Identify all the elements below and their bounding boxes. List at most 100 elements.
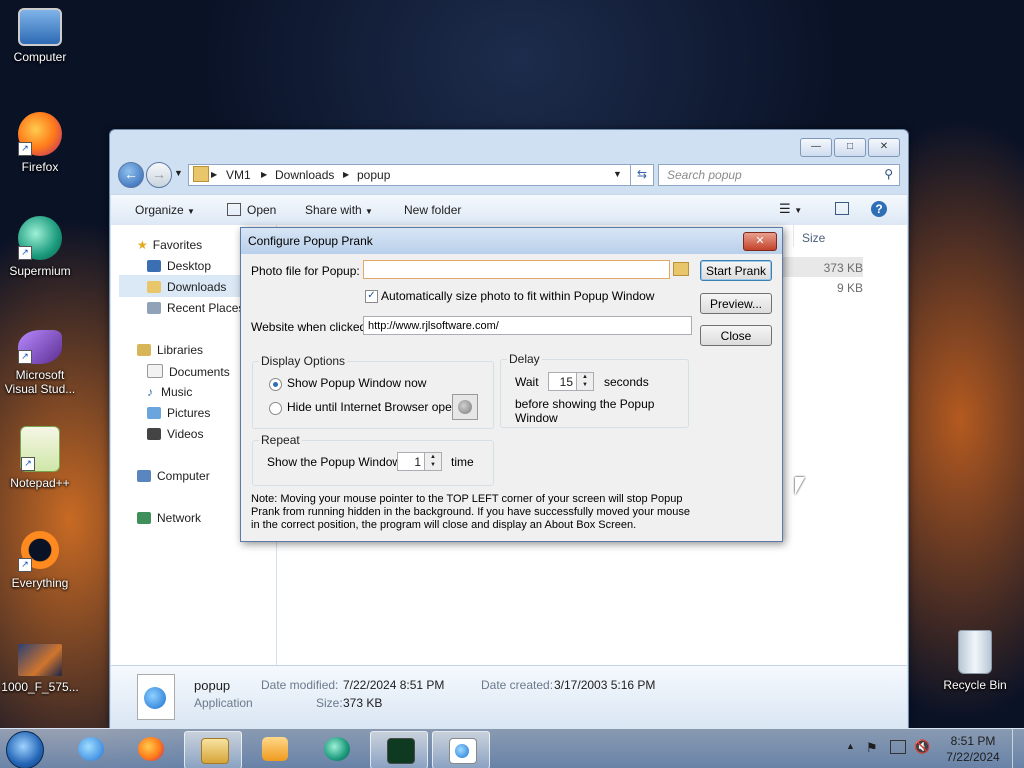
- taskbar-windows-explorer[interactable]: [184, 731, 242, 768]
- address-bar[interactable]: ▶ VM1 ▶ Downloads ▶ popup ▼: [188, 164, 651, 186]
- folder-icon: [193, 166, 209, 182]
- organize-button[interactable]: Organize ▼: [135, 203, 195, 217]
- desktop-icon-computer[interactable]: Computer: [0, 8, 80, 64]
- nav-label: Libraries: [157, 343, 204, 357]
- close-window-button[interactable]: ✕: [868, 138, 900, 157]
- show-hidden-icons-icon[interactable]: ▲: [846, 741, 855, 751]
- folder-icon: [201, 738, 229, 764]
- taskbar-supermium[interactable]: [308, 731, 364, 767]
- column-header-size[interactable]: Size: [793, 225, 906, 247]
- spinner-arrows-icon[interactable]: ▲ ▼: [424, 453, 441, 470]
- address-dropdown-icon[interactable]: ▼: [613, 169, 622, 179]
- taskbar-internet-explorer[interactable]: [62, 731, 118, 767]
- repeat-count-spinner[interactable]: 1 ▲ ▼: [397, 452, 442, 471]
- network-icon[interactable]: [890, 740, 906, 754]
- nav-label: Downloads: [167, 280, 227, 294]
- nav-documents[interactable]: Documents: [147, 364, 230, 379]
- open-icon: [227, 203, 241, 216]
- taskbar: ▲ ⚑ 🔇 8:51 PM 7/22/2024: [0, 728, 1024, 768]
- photo-file-input[interactable]: [363, 260, 670, 279]
- dialog-close-button[interactable]: ✕: [743, 232, 777, 251]
- desktop-icon-notepadpp[interactable]: ↗ Notepad++: [0, 426, 80, 490]
- computer-icon: [137, 470, 151, 482]
- minimize-button[interactable]: —: [800, 138, 832, 157]
- website-input[interactable]: [363, 316, 692, 335]
- desktop-icon-visual-studio[interactable]: ↗ Microsoft Visual Stud...: [0, 330, 80, 396]
- nav-libraries[interactable]: Libraries: [137, 343, 203, 357]
- mouse-cursor-icon: [795, 477, 805, 495]
- detail-date-modified: 7/22/2024 8:51 PM: [343, 678, 445, 692]
- detail-size-label: Size:: [316, 696, 343, 710]
- open-button[interactable]: Open: [227, 203, 276, 217]
- start-button[interactable]: [6, 731, 44, 768]
- start-prank-button[interactable]: Start Prank: [700, 260, 772, 281]
- clock-time[interactable]: 8:51 PM: [946, 734, 1000, 748]
- taskbar-firefox[interactable]: [122, 731, 178, 767]
- new-folder-button[interactable]: New folder: [404, 203, 461, 217]
- desktop-icon-supermium[interactable]: ↗ Supermium: [0, 216, 80, 278]
- supermium-icon: [324, 737, 350, 761]
- taskbar-popup-prank[interactable]: [432, 731, 490, 768]
- nav-music[interactable]: ♪ Music: [147, 385, 192, 399]
- everything-icon: ↗: [18, 528, 62, 572]
- forward-button[interactable]: →: [146, 162, 172, 188]
- nav-network[interactable]: Network: [137, 511, 201, 525]
- nav-label: Documents: [169, 365, 230, 379]
- firefox-icon: ↗: [18, 112, 62, 156]
- nav-pictures[interactable]: Pictures: [147, 406, 210, 420]
- nav-desktop[interactable]: Desktop: [147, 259, 211, 273]
- show-popup-window-label: Show the Popup Window: [267, 455, 402, 469]
- music-icon: ♪: [147, 385, 153, 399]
- desktop-icon-image-file[interactable]: 1000_F_575...: [0, 644, 80, 694]
- help-icon[interactable]: ?: [871, 201, 887, 217]
- search-input[interactable]: Search popup ⚲: [658, 164, 900, 186]
- view-options-icon[interactable]: ☰ ▼: [779, 201, 802, 217]
- delay-seconds-spinner[interactable]: 15 ▲ ▼: [548, 372, 594, 391]
- search-icon[interactable]: ⚲: [884, 167, 893, 181]
- breadcrumb-popup[interactable]: popup: [357, 168, 390, 182]
- taskbar-media-player[interactable]: [246, 731, 302, 767]
- network-icon: [137, 512, 151, 524]
- breadcrumb-downloads[interactable]: Downloads: [275, 168, 334, 182]
- browse-folder-icon[interactable]: [673, 262, 689, 276]
- desktop-icon-recycle-bin[interactable]: Recycle Bin: [935, 630, 1015, 692]
- breadcrumb-vm1[interactable]: VM1: [226, 168, 251, 182]
- nav-videos[interactable]: Videos: [147, 427, 203, 441]
- internet-explorer-icon: [144, 687, 166, 709]
- nav-label: Computer: [157, 469, 210, 483]
- photo-file-label: Photo file for Popup:: [251, 264, 360, 278]
- popup-prank-app-icon: [449, 738, 477, 764]
- file-row-size[interactable]: 9 KB: [783, 277, 863, 297]
- preview-button[interactable]: Preview...: [700, 293, 772, 314]
- maximize-button[interactable]: □: [834, 138, 866, 157]
- close-button[interactable]: Close: [700, 325, 772, 346]
- desktop-icon-label: Firefox: [21, 160, 59, 174]
- spinner-arrows-icon[interactable]: ▲ ▼: [576, 373, 593, 390]
- supermium-icon: ↗: [18, 216, 62, 260]
- share-with-button[interactable]: Share with ▼: [305, 203, 373, 217]
- nav-recent-places[interactable]: Recent Places: [147, 301, 244, 315]
- nav-favorites[interactable]: ★ Favorites: [137, 238, 202, 252]
- note-text: Note: Moving your mouse pointer to the T…: [251, 493, 691, 531]
- share-with-label: Share with: [305, 203, 362, 217]
- file-row-size[interactable]: 373 KB: [783, 257, 863, 277]
- back-button[interactable]: ←: [118, 162, 144, 188]
- show-now-radio[interactable]: [269, 378, 282, 391]
- volume-muted-icon[interactable]: 🔇: [914, 739, 930, 755]
- show-desktop-button[interactable]: [1012, 729, 1024, 768]
- taskbar-task-manager[interactable]: [370, 731, 428, 768]
- nav-label: Desktop: [167, 259, 212, 273]
- dialog-title-bar[interactable]: Configure Popup Prank ✕: [241, 228, 782, 254]
- nav-computer[interactable]: Computer: [137, 469, 210, 483]
- browser-detect-button[interactable]: [452, 394, 478, 420]
- breadcrumb-separator-icon: ▶: [261, 170, 268, 179]
- desktop-icon-everything[interactable]: ↗ Everything: [0, 528, 80, 590]
- desktop-icon-firefox[interactable]: ↗ Firefox: [0, 112, 80, 174]
- hide-until-browser-radio[interactable]: [269, 402, 282, 415]
- preview-pane-icon[interactable]: [835, 202, 849, 215]
- auto-size-checkbox[interactable]: ✓: [365, 290, 378, 303]
- clock-date[interactable]: 7/22/2024: [946, 750, 1000, 764]
- refresh-button[interactable]: ⇆: [630, 164, 654, 186]
- recent-pages-chevron-icon[interactable]: ▼: [174, 168, 183, 178]
- action-center-flag-icon[interactable]: ⚑: [866, 740, 878, 756]
